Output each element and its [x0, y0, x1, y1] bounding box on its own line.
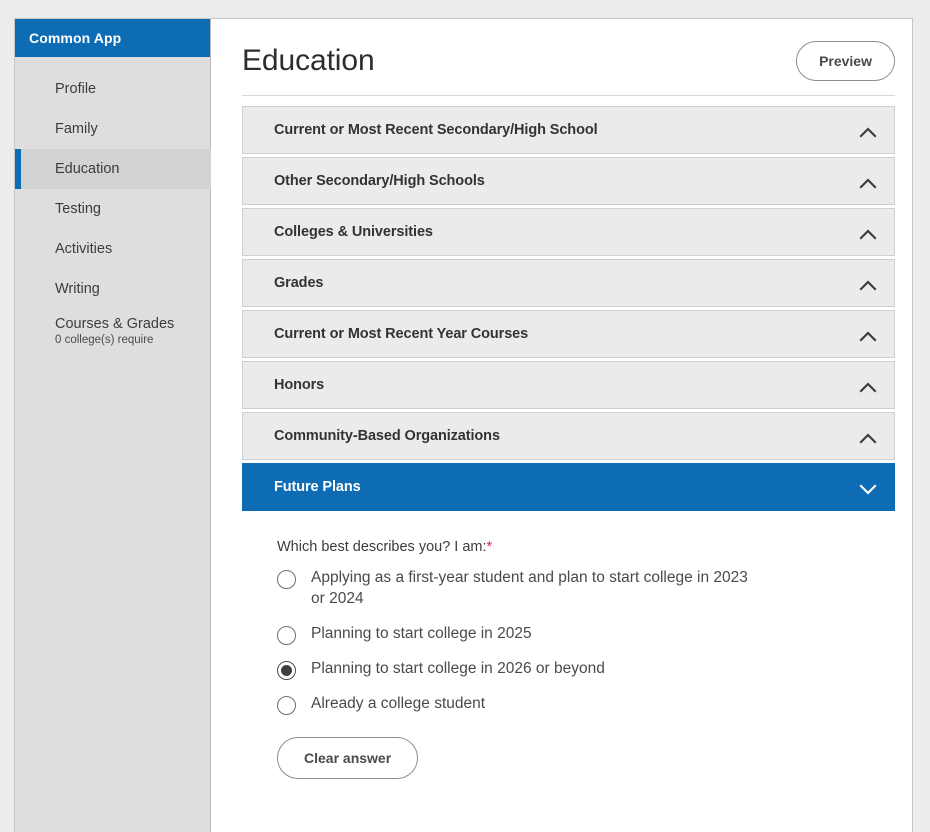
- radio-option-label: Planning to start college in 2025: [311, 624, 532, 642]
- page-header: Education Preview: [242, 19, 895, 96]
- sidebar-item-label: Activities: [55, 240, 113, 257]
- radio-selected-icon[interactable]: [277, 660, 296, 680]
- sidebar-item-sublabel: 0 college(s) require: [55, 334, 154, 347]
- brand-label: Common App: [29, 30, 122, 46]
- sidebar: Common App Profile Family Education Testing…: [15, 19, 230, 832]
- radio-option-4[interactable]: Already a college student: [277, 694, 895, 715]
- accordion-section-honors: Honors: [242, 361, 895, 409]
- accordion-title: Colleges & Universities: [274, 224, 433, 240]
- sidebar-item-activities[interactable]: Activities: [15, 229, 210, 269]
- radio-option-label: Applying as a first-year student and pla…: [311, 569, 748, 607]
- radio-unselected-icon[interactable]: [277, 695, 296, 715]
- future-plans-radio-group: Applying as a first-year student and pla…: [277, 568, 895, 715]
- future-plans-question: Which best describes you? I am:*: [277, 539, 895, 555]
- chevron-up-icon[interactable]: [859, 431, 877, 443]
- sidebar-item-testing[interactable]: Testing: [15, 189, 210, 229]
- accordion-title: Community-Based Organizations: [274, 428, 500, 444]
- question-text: Which best describes you? I am:: [277, 539, 487, 555]
- radio-unselected-icon[interactable]: [277, 570, 296, 589]
- accordion-section-community-based-organizations: Community-Based Organizations: [242, 412, 895, 460]
- preview-button[interactable]: Preview: [796, 41, 895, 81]
- sidebar-item-label: Education: [55, 160, 120, 177]
- accordion-title: Current or Most Recent Secondary/High Sc…: [274, 122, 598, 138]
- accordion-header-colleges-universities[interactable]: Colleges & Universities: [242, 208, 895, 256]
- accordion-section-current-or-most-recent-secondary-high-school: Current or Most Recent Secondary/High Sc…: [242, 106, 895, 154]
- accordion-header-other-secondary-high-schools[interactable]: Other Secondary/High Schools: [242, 157, 895, 205]
- chevron-down-icon[interactable]: [859, 482, 877, 494]
- sidebar-item-profile[interactable]: Profile: [15, 69, 210, 109]
- accordion-header-honors[interactable]: Honors: [242, 361, 895, 409]
- radio-option-1[interactable]: Applying as a first-year student and pla…: [277, 568, 895, 610]
- sidebar-item-label: Profile: [55, 80, 97, 97]
- clear-answer-button[interactable]: Clear answer: [277, 736, 419, 779]
- radio-option-2[interactable]: Planning to start college in 2025: [277, 624, 895, 645]
- accordion-section-future-plans: Future Plans Which best describes you? I …: [242, 463, 895, 799]
- accordion-header-grades[interactable]: Grades: [242, 259, 895, 307]
- sidebar-nav-list: Profile Family Education Testing Activities W…: [15, 57, 230, 355]
- radio-option-label: Already a college student: [311, 694, 486, 712]
- accordion-header-community-based-organizations[interactable]: Community-Based Organizations: [242, 412, 895, 460]
- education-accordion: Current or Most Recent Secondary/High Sc…: [242, 96, 895, 799]
- radio-unselected-icon[interactable]: [277, 625, 296, 645]
- radio-option-label: Planning to start college in 2026 or bey…: [311, 659, 605, 677]
- sidebar-item-courses-grades[interactable]: Courses & Grades 0 college(s) require: [15, 309, 210, 355]
- sidebar-item-label: Family: [55, 120, 98, 137]
- sidebar-item-label: Writing: [55, 280, 100, 297]
- accordion-section-colleges-universities: Colleges & Universities: [242, 208, 895, 256]
- main-content: Education Preview Current or Most Recent…: [211, 19, 912, 832]
- chevron-up-icon[interactable]: [859, 380, 877, 392]
- chevron-up-icon[interactable]: [859, 329, 877, 341]
- accordion-title: Other Secondary/High Schools: [274, 173, 485, 189]
- sidebar-item-label: Testing: [55, 200, 101, 217]
- accordion-title: Grades: [274, 275, 324, 291]
- accordion-section-current-or-most-recent-year-courses: Current or Most Recent Year Courses: [242, 310, 895, 358]
- chevron-up-icon[interactable]: [859, 125, 877, 137]
- application-window: Common App Profile Family Education Testing…: [14, 18, 913, 832]
- radio-option-3[interactable]: Planning to start college in 2026 or bey…: [277, 659, 895, 680]
- accordion-section-grades: Grades: [242, 259, 895, 307]
- page-title: Education: [242, 44, 375, 77]
- brand-logo: Common App: [15, 19, 210, 57]
- sidebar-item-family[interactable]: Family: [15, 109, 210, 149]
- chevron-up-icon[interactable]: [859, 176, 877, 188]
- accordion-title: Current or Most Recent Year Courses: [274, 326, 529, 342]
- accordion-title: Future Plans: [274, 479, 361, 495]
- accordion-header-current-or-most-recent-secondary-high-school[interactable]: Current or Most Recent Secondary/High Sc…: [242, 106, 895, 154]
- sidebar-item-education[interactable]: Education: [15, 149, 230, 189]
- app-root: Common App Profile Family Education Testing…: [0, 0, 930, 832]
- accordion-section-other-secondary-high-schools: Other Secondary/High Schools: [242, 157, 895, 205]
- accordion-header-current-or-most-recent-year-courses[interactable]: Current or Most Recent Year Courses: [242, 310, 895, 358]
- required-asterisk: *: [486, 539, 493, 555]
- accordion-header-future-plans[interactable]: Future Plans: [242, 463, 895, 511]
- sidebar-item-label: Courses & Grades: [55, 315, 175, 332]
- chevron-up-icon[interactable]: [859, 278, 877, 290]
- accordion-title: Honors: [274, 377, 325, 393]
- chevron-up-icon[interactable]: [859, 227, 877, 239]
- future-plans-panel: Which best describes you? I am:* Applying…: [242, 511, 895, 799]
- sidebar-item-writing[interactable]: Writing: [15, 269, 210, 309]
